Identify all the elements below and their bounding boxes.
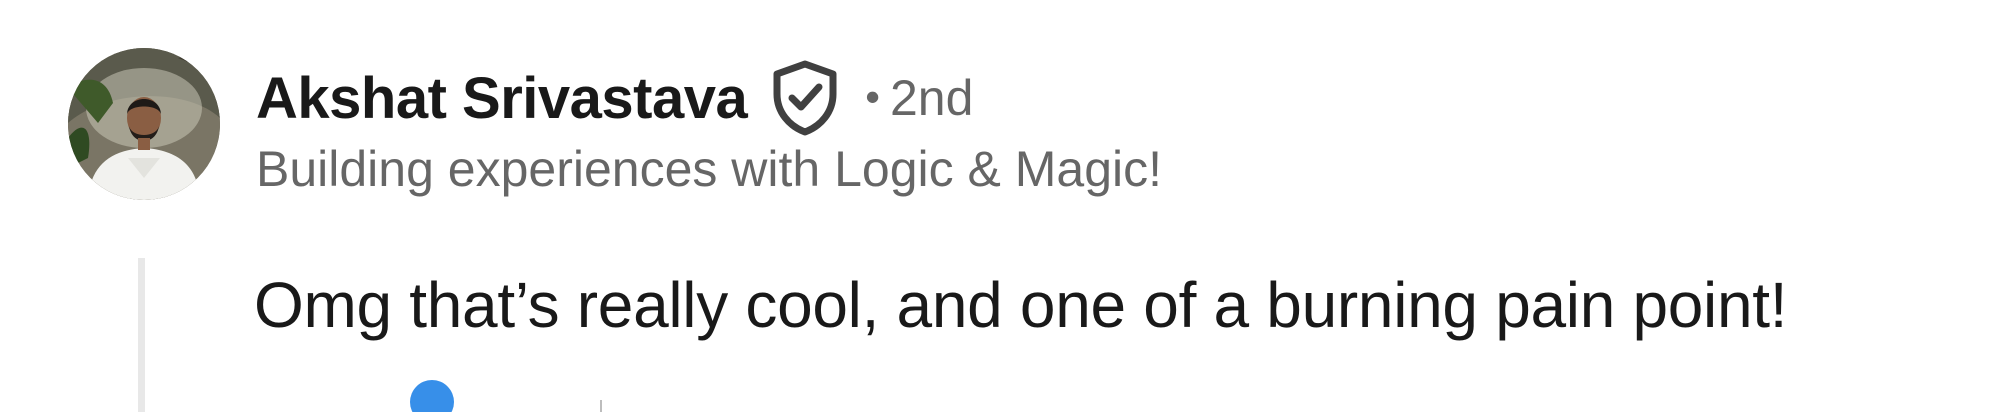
author-headline: Building experiences with Logic & Magic! xyxy=(256,141,1163,197)
comment-text: Omg that’s really cool, and one of a bur… xyxy=(254,269,1788,341)
author-name[interactable]: Akshat Srivastava xyxy=(256,65,748,132)
comment-actions xyxy=(410,380,602,412)
thread-line xyxy=(138,258,145,412)
connection-degree: • 2nd xyxy=(865,69,973,127)
comment-item: Akshat Srivastava • 2nd Building experien… xyxy=(0,0,2012,412)
verified-shield-icon xyxy=(769,60,841,136)
avatar[interactable] xyxy=(68,48,220,200)
degree-separator: • xyxy=(865,73,880,120)
degree-label: 2nd xyxy=(889,70,974,126)
action-divider xyxy=(600,400,602,412)
like-reaction-icon[interactable] xyxy=(410,380,454,412)
author-line: Akshat Srivastava • 2nd xyxy=(256,58,973,138)
avatar-photo xyxy=(68,48,220,200)
